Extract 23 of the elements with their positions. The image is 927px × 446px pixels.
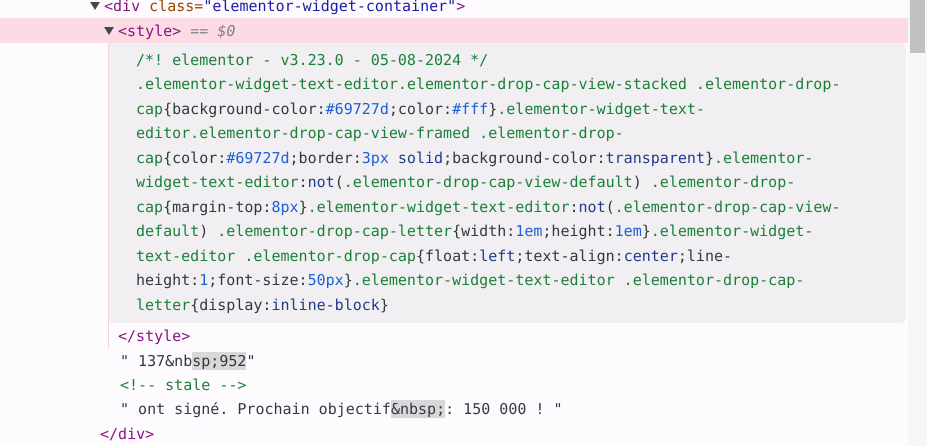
scrollbar-thumb[interactable] <box>910 0 925 53</box>
css-code-line: widget-text-editor:not(.elementor-drop-cap-view-default) .elementor-drop- <box>136 172 796 194</box>
disclosure-triangle-icon[interactable] <box>104 26 114 36</box>
css-code-line: height:1;font-size:50px}.elementor-widget-text-editor .elementor-drop-cap- <box>136 270 806 292</box>
css-code-line: cap{background-color:#69727d;color:#fff}.elementor-widget-text- <box>136 98 706 120</box>
opening-tag: <div class="elementor-widget-container"> <box>104 0 466 16</box>
disclosure-triangle-icon[interactable] <box>90 1 100 12</box>
closing-tag: </style> <box>118 326 190 345</box>
text-node: " 137&nbsp;952" <box>120 352 256 370</box>
console-reference: == $0 <box>189 22 236 40</box>
closing-tag: </div> <box>100 424 154 443</box>
css-code-line: .elementor-widget-text-editor.elementor-drop-cap-view-stacked .elementor-drop- <box>136 74 842 96</box>
css-code-line: letter{display:inline-block} <box>136 294 390 316</box>
css-code-line: editor.elementor-drop-cap-view-framed .elementor-drop- <box>136 123 625 144</box>
css-code-line: default) .elementor-drop-cap-letter{width:1em;height:1em}.elementor-widget- <box>136 221 814 242</box>
selected-node-row[interactable]: <style> == $0 <box>0 18 908 43</box>
opening-tag: <style> <box>118 22 182 40</box>
css-code-line: text-editor .elementor-drop-cap{float:left;text-align:center;line- <box>136 246 734 267</box>
css-code-line: /*! elementor - v3.23.0 - 05-08-2024 */ <box>136 50 490 71</box>
css-code-line: cap{color:#69727d;border:3px solid;background-color:transparent}.elementor- <box>136 148 814 169</box>
text-node: " ont signé. Prochain objectif&nbsp;: 150 000 ! " <box>120 400 563 418</box>
css-code-line: cap{margin-top:8px}.elementor-widget-text-editor:not(.elementor-drop-cap-view- <box>136 196 842 218</box>
html-comment: <!-- stale --> <box>120 376 246 394</box>
